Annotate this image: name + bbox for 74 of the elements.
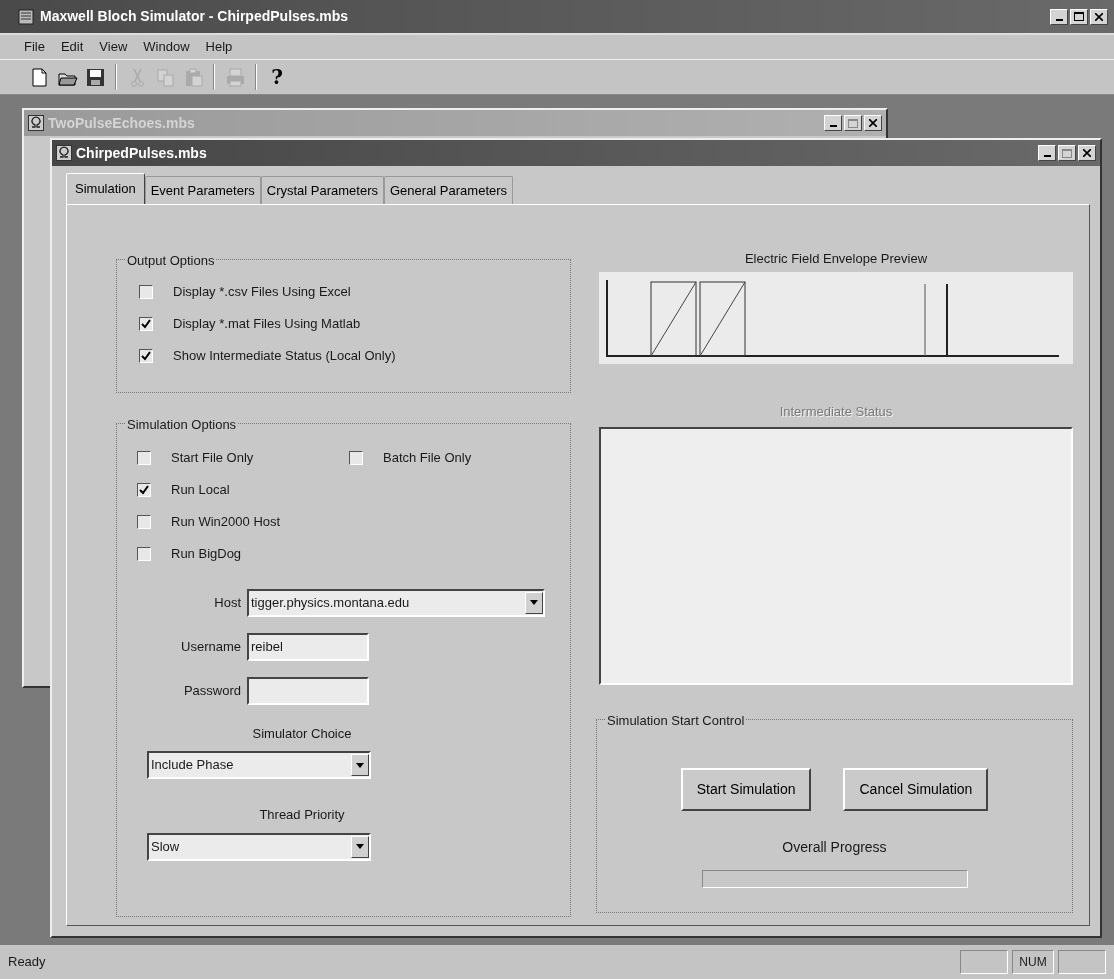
menu-item[interactable]: View xyxy=(93,37,134,57)
checkbox-label: Run Win2000 Host xyxy=(171,512,281,531)
start-button[interactable]: Start Simulation xyxy=(680,767,812,811)
checkbox[interactable] xyxy=(139,316,153,331)
status-pane xyxy=(960,950,1008,974)
minimize-button[interactable] xyxy=(1038,145,1056,161)
thread-priority-dropdown[interactable]: Slow xyxy=(147,832,371,861)
menu-item[interactable]: Window xyxy=(137,37,196,57)
checkbox[interactable] xyxy=(137,450,151,465)
maximize-icon xyxy=(1074,12,1084,21)
document-title: TwoPulseEchoes.mbs xyxy=(48,113,196,133)
document-icon xyxy=(28,115,44,131)
maximize-icon xyxy=(1062,148,1072,158)
checkbox[interactable] xyxy=(137,482,151,497)
menu-item[interactable]: File xyxy=(18,37,51,57)
checkbox-label: Run Local xyxy=(171,480,230,499)
maximize-button[interactable] xyxy=(1058,145,1076,161)
progress-label: Overall Progress xyxy=(781,837,888,857)
help-button[interactable]: ? xyxy=(263,63,291,91)
menu-item[interactable]: Help xyxy=(199,37,239,57)
menu-item[interactable]: Edit xyxy=(54,37,90,57)
field-label: Username xyxy=(180,637,241,656)
close-button[interactable] xyxy=(1078,145,1096,161)
checkbox-label: Display *.csv Files Using Excel xyxy=(173,282,351,301)
checkbox[interactable] xyxy=(139,348,153,363)
close-button[interactable] xyxy=(1090,8,1108,25)
app-icon xyxy=(18,8,34,25)
chart-title: Electric Field Envelope Preview xyxy=(743,249,929,268)
minimize-icon xyxy=(1055,18,1063,21)
status-pane: NUM xyxy=(1012,950,1054,974)
document-icon xyxy=(56,145,72,161)
maximize-icon xyxy=(848,118,858,128)
checkbox-label: Show Intermediate Status (Local Only) xyxy=(173,346,396,365)
simulator-dropdown[interactable]: Include Phase xyxy=(147,751,371,779)
printer-icon xyxy=(224,66,246,88)
field-label: Simulator Choice xyxy=(251,724,353,743)
minimize-button[interactable] xyxy=(824,115,842,131)
maximize-button[interactable] xyxy=(1070,8,1088,25)
close-button[interactable] xyxy=(864,115,882,131)
checkbox[interactable] xyxy=(139,284,153,299)
close-icon xyxy=(1095,12,1103,21)
password-field[interactable] xyxy=(247,676,369,705)
checkbox-label: Start File Only xyxy=(171,448,254,467)
tab[interactable]: Crystal Parameters xyxy=(260,176,384,204)
status-pane xyxy=(1058,950,1106,974)
cancel-button[interactable]: Cancel Simulation xyxy=(843,767,989,811)
caret-icon xyxy=(530,600,538,605)
checkbox-label: Run BigDog xyxy=(171,544,242,563)
host-dropdown[interactable]: tigger.physics.montana.edu xyxy=(247,588,545,617)
caret-icon xyxy=(356,762,364,768)
minimize-icon xyxy=(829,125,837,127)
checkbox[interactable] xyxy=(349,450,363,465)
checkbox[interactable] xyxy=(137,546,151,561)
panel-label: Intermediate Status xyxy=(778,402,894,421)
checkbox[interactable] xyxy=(137,514,151,529)
document-title: ChirpedPulses.mbs xyxy=(76,143,208,163)
username-field[interactable]: reibel xyxy=(247,632,369,661)
status-text: Ready xyxy=(8,953,47,972)
caret-icon xyxy=(356,844,364,849)
checkbox-label: Display *.mat Files Using Matlab xyxy=(173,314,361,333)
close-icon xyxy=(869,119,877,127)
tab[interactable]: General Parameters xyxy=(384,176,514,204)
field-label: Host xyxy=(213,593,241,612)
minimize-icon xyxy=(1043,155,1051,157)
maximize-button[interactable] xyxy=(844,115,862,131)
close-icon xyxy=(1083,149,1091,157)
window-title: Maxwell Bloch Simulator - ChirpedPulses.mbs xyxy=(40,7,350,26)
field-label: Password xyxy=(182,681,241,700)
checkbox-label: Batch File Only xyxy=(383,448,472,467)
copy-icon xyxy=(154,66,176,88)
minimize-button[interactable] xyxy=(1050,8,1068,25)
tab[interactable]: Event Parameters xyxy=(144,176,261,204)
field-label: Thread Priority xyxy=(258,806,346,824)
tab[interactable]: Simulation xyxy=(66,173,145,204)
